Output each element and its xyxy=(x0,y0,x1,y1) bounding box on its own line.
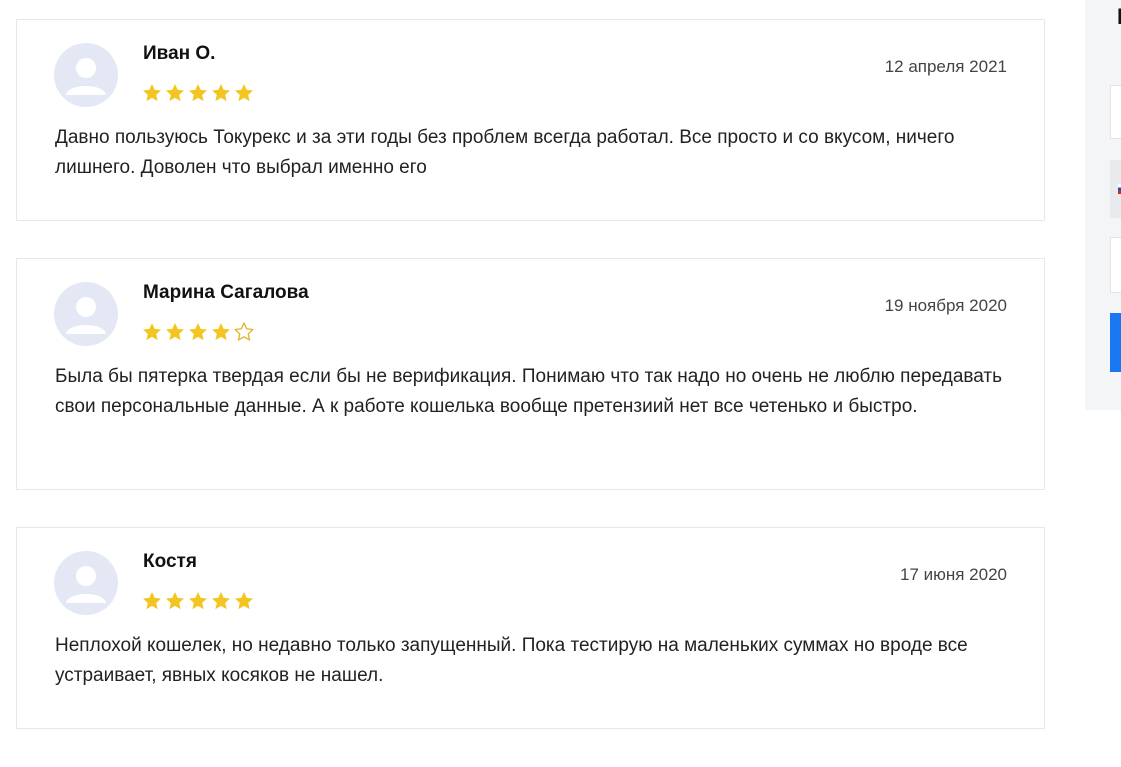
star-filled-icon xyxy=(143,323,161,341)
avatar xyxy=(54,551,118,615)
star-filled-icon xyxy=(235,592,253,610)
star-filled-icon xyxy=(189,592,207,610)
rating-stars xyxy=(141,321,255,343)
avatar xyxy=(54,43,118,107)
star-filled-icon xyxy=(212,592,230,610)
star-filled-icon xyxy=(212,84,230,102)
review-text: Неплохой кошелек, но недавно только запу… xyxy=(55,635,968,686)
sidebar-panel: I xyxy=(1085,0,1121,410)
user-avatar-icon xyxy=(66,58,106,95)
rating-stars xyxy=(141,590,255,612)
sidebar-submit-button[interactable] xyxy=(1110,313,1121,372)
star-outline-icon xyxy=(234,322,254,341)
star-filled-icon xyxy=(143,592,161,610)
review-card: Костя 17 июня 2020 Неплохой кошелек, но … xyxy=(16,527,1045,729)
user-avatar-icon xyxy=(66,566,106,603)
star-filled-icon xyxy=(235,84,253,102)
review-card: Марина Сагалова 19 ноября 2020 Была бы п… xyxy=(16,258,1045,490)
star-filled-icon xyxy=(166,592,184,610)
star-filled-icon xyxy=(212,323,230,341)
review-date: 17 июня 2020 xyxy=(899,565,1007,584)
sidebar-heading: I xyxy=(1117,4,1121,29)
sidebar-input-secondary[interactable] xyxy=(1110,237,1121,293)
avatar xyxy=(54,282,118,346)
country-select[interactable] xyxy=(1110,160,1121,218)
star-filled-icon xyxy=(189,84,207,102)
rating-stars xyxy=(141,82,255,104)
review-card: Иван О. 12 апреля 2021 Давно пользуюсь Т… xyxy=(16,19,1045,221)
page: Иван О. 12 апреля 2021 Давно пользуюсь Т… xyxy=(0,0,1121,767)
star-filled-icon xyxy=(166,84,184,102)
sidebar-input[interactable] xyxy=(1110,85,1121,139)
review-author: Марина Сагалова xyxy=(143,282,309,303)
review-text: Была бы пятерка твердая если бы не вериф… xyxy=(55,366,1003,417)
user-avatar-icon xyxy=(66,297,106,334)
review-author: Костя xyxy=(143,551,197,572)
star-filled-icon xyxy=(166,323,184,341)
star-filled-icon xyxy=(143,84,161,102)
star-filled-icon xyxy=(189,323,207,341)
review-date: 12 апреля 2021 xyxy=(884,57,1007,76)
review-author: Иван О. xyxy=(143,43,216,64)
review-text: Давно пользуюсь Токурекс и за эти годы б… xyxy=(55,127,955,178)
review-date: 19 ноября 2020 xyxy=(884,296,1007,315)
